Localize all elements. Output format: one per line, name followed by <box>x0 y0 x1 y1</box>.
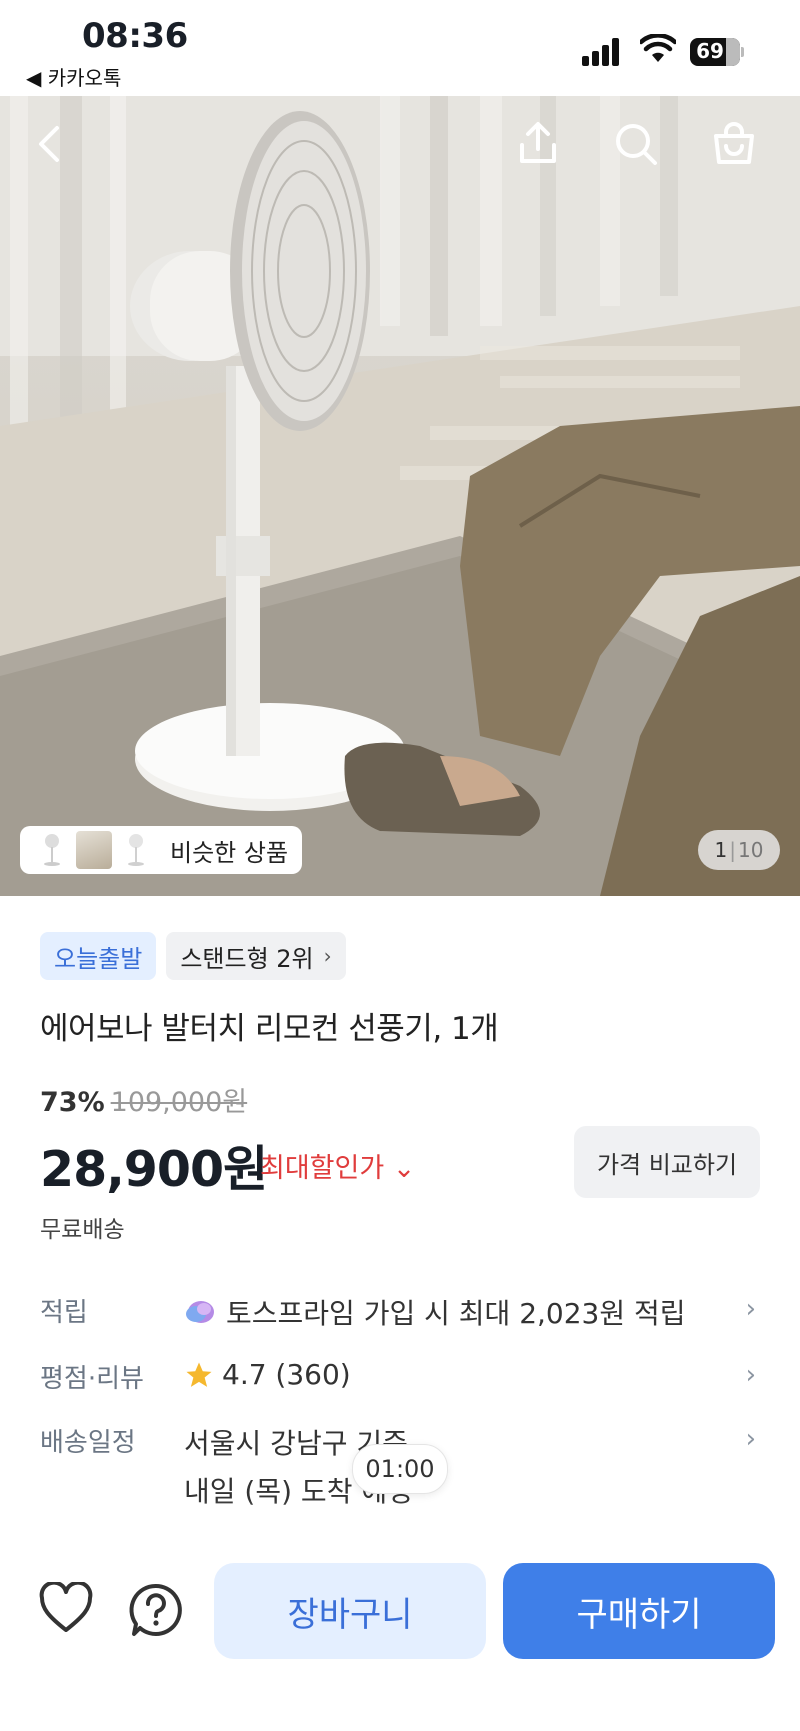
cellular-signal-icon <box>582 38 626 66</box>
product-badges: 오늘출발 스탠드형 2위 › <box>40 932 346 980</box>
rating-row[interactable]: 평점·리뷰 4.7 (360) › <box>40 1358 760 1408</box>
battery-icon: 69 <box>690 38 744 66</box>
category-rank-label: 스탠드형 2위 <box>180 944 314 973</box>
image-counter-total: 10 <box>738 838 764 862</box>
image-counter-separator: | <box>729 838 737 862</box>
battery-level: 69 <box>696 39 724 63</box>
status-time: 08:36 <box>82 16 188 56</box>
similar-thumb-3 <box>118 831 154 869</box>
similar-products-label: 비슷한 상품 <box>170 838 289 867</box>
toss-prime-icon <box>186 1301 214 1323</box>
image-counter-current: 1 <box>714 838 728 862</box>
back-icon[interactable] <box>22 116 78 172</box>
points-value-wrap: 토스프라임 가입 시 최대 2,023원 적립 <box>184 1292 686 1332</box>
heart-icon[interactable] <box>38 1582 94 1634</box>
image-counter: 1 | 10 <box>698 830 780 870</box>
similar-thumb-2 <box>76 831 112 869</box>
discount-rate: 73% <box>40 1087 105 1118</box>
today-shipping-badge: 오늘출발 <box>40 932 157 980</box>
wifi-icon <box>640 34 676 62</box>
sale-price: 28,900원 <box>40 1141 268 1198</box>
chevron-right-icon: › <box>745 1424 756 1454</box>
share-icon[interactable] <box>510 116 566 172</box>
points-value: 토스프라임 가입 시 최대 2,023원 적립 <box>226 1297 686 1330</box>
buy-now-button[interactable]: 구매하기 <box>503 1563 775 1659</box>
rating-value: 4.7 (360) <box>222 1358 351 1391</box>
cart-icon[interactable] <box>706 116 762 172</box>
status-bar: 08:36 ◀ 카카오톡 69 <box>0 0 800 96</box>
compare-price-button[interactable]: 가격 비교하기 <box>574 1126 760 1198</box>
similar-thumb-1 <box>34 831 70 869</box>
category-rank-chip[interactable]: 스탠드형 2위 › <box>166 932 346 980</box>
max-discount-toggle[interactable]: 최대할인가 ⌄ <box>260 1146 415 1185</box>
search-icon[interactable] <box>608 116 664 172</box>
similar-products-button[interactable]: 비슷한 상품 <box>20 826 302 874</box>
rating-label: 평점·리뷰 <box>40 1364 144 1394</box>
free-shipping-label: 무료배송 <box>40 1217 125 1243</box>
points-row[interactable]: 적립 토스프라임 가입 시 최대 2,023원 적립 › <box>40 1292 760 1342</box>
original-price: 109,000원 <box>110 1087 248 1118</box>
delivery-label: 배송일정 <box>40 1428 136 1458</box>
question-icon[interactable] <box>128 1582 184 1638</box>
add-to-cart-button[interactable]: 장바구니 <box>214 1563 486 1659</box>
chevron-right-icon: › <box>745 1360 756 1390</box>
timer-badge: 01:00 <box>352 1444 448 1494</box>
chevron-right-icon: › <box>745 1294 756 1324</box>
product-title: 에어보나 발터치 리모컨 선풍기, 1개 <box>40 1011 499 1047</box>
rating-value-wrap: 4.7 (360) <box>184 1358 351 1391</box>
back-to-app-link[interactable]: ◀ 카카오톡 <box>26 62 121 91</box>
star-icon <box>186 1362 212 1387</box>
points-label: 적립 <box>40 1298 88 1328</box>
product-photo <box>0 96 800 896</box>
chevron-right-icon: › <box>323 944 332 968</box>
product-image-carousel[interactable]: 비슷한 상품 1 | 10 <box>0 96 800 896</box>
discount-line: 73% 109,000원 <box>40 1080 247 1119</box>
